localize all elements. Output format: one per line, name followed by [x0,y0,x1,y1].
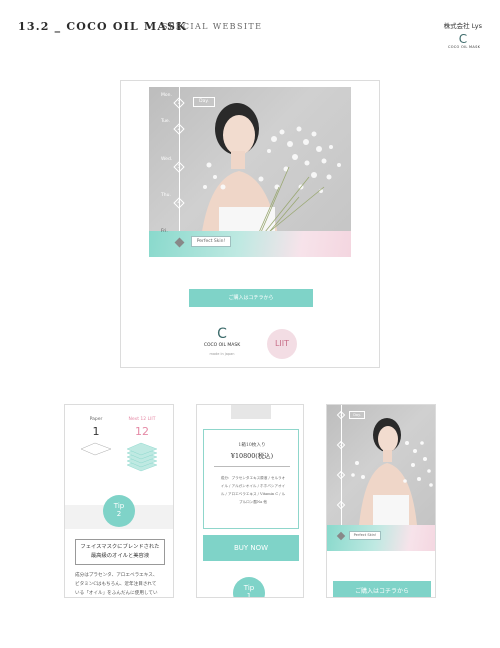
partner-logo: LIIT [267,329,297,359]
tip-2-badge: Tip 2 [103,495,135,527]
timeline-number: 3 [339,472,343,477]
company-name: 株式会社 Lys [443,22,482,30]
timeline-number: 1 [177,100,181,106]
coco-oil-mask-logo: C COCO OIL MASK made in japan [199,327,245,356]
day-box: Day. [349,411,365,419]
next-label: Next 12 LIIT [128,417,156,422]
perfect-skin-label: Perfect Skin! [191,236,231,247]
timeline-number: 4 [177,200,181,206]
timeline-day-label: Thu. [161,193,171,198]
timeline-day-label: Wed. [161,157,173,162]
buy-button[interactable]: ご購入はコチラから [189,289,313,307]
mobile-mockup-hero: 1 2 3 4 Day. Perfect Skin! ご購入はコチラから [326,404,436,598]
company-logo-text: COCO OIL MASK [448,45,481,49]
paper-label: Paper [89,417,103,422]
timeline-number: 4 [339,502,343,507]
sheet-stack-illustration [80,442,158,472]
price-card: 1箱10枚入り ¥10800(税込) 成分：プラセンタエキス原液 / セルラオ … [203,429,299,529]
timeline-day-label: Tue. [161,119,171,124]
desktop-mockup: Mon. 1 Tue. 2 Wed. 3 Thu. 4 Fri. Day. Perfect Sk… [120,80,380,368]
product-bottle-image [231,405,271,419]
coco-c-icon: C [458,32,468,46]
buy-now-button[interactable]: BUY NOW [203,535,299,561]
perfect-skin-label: Perfect Skin! [349,531,381,540]
mobile-mockup-price: 1箱10枚入り ¥10800(税込) 成分：プラセンタエキス原液 / セルラオ … [196,404,304,598]
count-text: 1箱10枚入り [238,443,266,448]
price-text: ¥10800(税込) [230,452,274,460]
timeline-day-label: Fri. [161,229,168,234]
paper-value: 1 [92,425,100,438]
tip-1-badge: Tip 1 [233,577,265,597]
timeline-number: 1 [339,412,343,417]
gradient-band [327,525,435,551]
timeline-number: 2 [177,126,181,132]
buy-button-mobile[interactable]: ご購入はコチラから [333,581,431,597]
mobile-mockup-tips: Paper 1 Next 12 LIIT 12 Tip 2 フェイスマスクにブレ… [64,404,174,598]
feature-description: 成分はプラセンタ、アロエベラエキス、 ビタミンCはもちろん、近年注目されて いる… [75,573,158,596]
feature-heading: フェイスマスクにブレンドされた 最高級のオイルと美容液 [75,539,165,565]
next-value: 12 [135,425,149,438]
timeline-number: 3 [177,164,181,170]
timeline-number: 2 [339,442,343,447]
page-subtitle: SPECIAL WEBSITE [162,22,263,31]
ingredients-text: 成分：プラセンタエキス原液 / セルラオ イル / アルガンオイル / ホホバシ… [220,476,286,504]
company-logo: C COCO OIL MASK [448,32,481,49]
day-box: Day. [193,97,215,107]
coco-c-icon: C [217,326,227,342]
timeline-day-label: Mon. [161,93,172,98]
price-divider [214,466,290,467]
